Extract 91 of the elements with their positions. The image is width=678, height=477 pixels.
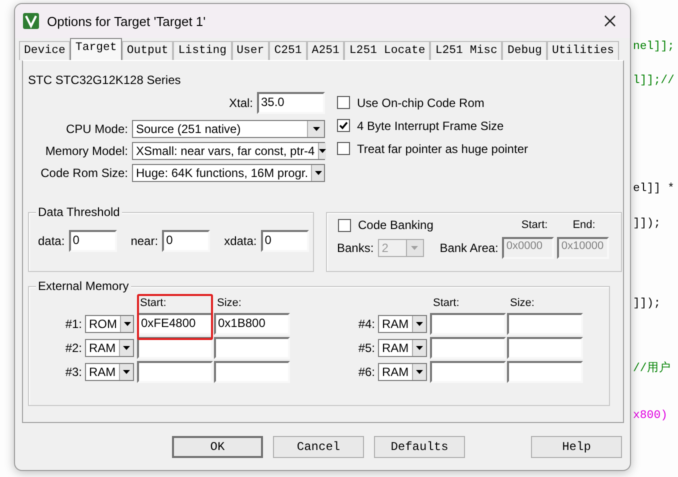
field-label: #5: — [357, 341, 375, 355]
field-label: Xtal: — [228, 96, 253, 110]
field-label: #4: — [357, 317, 375, 331]
tab[interactable]: Debug — [502, 41, 547, 60]
tab[interactable]: Listing — [173, 41, 232, 60]
code-line: x800) — [633, 409, 668, 422]
checkbox-label: 4 Byte Interrupt Frame Size — [357, 118, 504, 132]
tab[interactable]: C251 — [269, 41, 307, 60]
input-field[interactable] — [507, 337, 583, 359]
dropdown[interactable]: RAM — [378, 315, 427, 333]
caret-icon — [318, 149, 326, 153]
field-label: Bank Area: — [440, 241, 498, 255]
input-field[interactable] — [214, 361, 290, 383]
input-field[interactable] — [507, 361, 583, 383]
field-label: CPU Mode: — [66, 122, 128, 136]
caret-icon — [416, 370, 423, 374]
input-field[interactable] — [430, 313, 506, 335]
input-field[interactable]: 0xFE4800 — [137, 313, 213, 335]
checked-checkbox[interactable] — [337, 119, 350, 132]
input-field[interactable]: 0 — [68, 230, 117, 252]
field-label: #6: — [357, 365, 375, 379]
dialog-button[interactable]: OK — [172, 436, 263, 458]
dialog-button[interactable]: Defaults — [374, 436, 465, 458]
column-header: Start: — [521, 219, 548, 231]
checkbox-label: Use On-chip Code Rom — [357, 96, 484, 110]
tab[interactable]: L251 Misc — [430, 41, 502, 60]
checkbox[interactable] — [337, 96, 350, 109]
tab[interactable]: A251 — [306, 41, 344, 60]
tab[interactable]: Target — [70, 38, 122, 60]
input-field[interactable] — [507, 313, 583, 335]
field-label: Code Rom Size: — [40, 166, 128, 180]
dialog-button[interactable]: Help — [531, 436, 622, 458]
tab[interactable]: L251 Locate — [344, 41, 430, 60]
input-field[interactable]: 0 — [162, 230, 210, 252]
input-field[interactable] — [214, 337, 290, 359]
code-line: //用户 — [633, 360, 671, 375]
dropdown[interactable]: RAM — [378, 339, 427, 357]
field-label: near: — [130, 234, 158, 248]
field-label: #3: — [64, 365, 82, 379]
input-field[interactable] — [137, 361, 213, 383]
group-title: Data Threshold — [36, 205, 122, 219]
dropdown[interactable]: XSmall: near vars, far const, ptr-4 — [132, 142, 325, 160]
field-label: Memory Model: — [45, 144, 128, 158]
checkbox[interactable] — [337, 142, 350, 155]
dropdown[interactable]: RAM — [378, 363, 427, 381]
tab[interactable]: Utilities — [546, 41, 620, 60]
dropdown[interactable]: ROM — [85, 315, 134, 333]
code-line: nel]]; — [633, 40, 674, 53]
caret-icon — [312, 127, 320, 131]
caret-icon — [416, 322, 423, 326]
input-field[interactable] — [430, 361, 506, 383]
dropdown[interactable]: RAM — [85, 363, 134, 381]
field-label: xdata: — [224, 234, 257, 248]
column-header: Start: — [139, 296, 168, 311]
close-icon[interactable] — [604, 15, 616, 27]
field-label: Banks: — [337, 241, 374, 255]
xtal-field[interactable]: 35.0 — [257, 92, 325, 114]
caret-icon — [314, 171, 322, 175]
checkbox-label: Treat far pointer as huge pointer — [357, 142, 528, 156]
window-title: Options for Target 'Target 1' — [47, 14, 207, 28]
checkbox-label: Code Banking — [358, 218, 434, 232]
input-field[interactable]: 0x1B800 — [214, 313, 290, 335]
input-field[interactable] — [137, 337, 213, 359]
code-line: ]]); — [633, 217, 661, 230]
tab[interactable]: Output — [122, 41, 174, 60]
column-header: Start: — [432, 296, 460, 311]
dropdown[interactable]: Huge: 64K functions, 16M progr. — [132, 164, 325, 182]
input-field[interactable] — [430, 337, 506, 359]
column-header: Size: — [509, 296, 536, 311]
group-title: External Memory — [36, 279, 131, 293]
code-line: l]];// — [633, 74, 674, 87]
caret-icon — [122, 370, 130, 374]
device-name: STC STC32G12K128 Series — [28, 73, 182, 87]
column-header: End: — [572, 219, 596, 231]
tab[interactable]: Device — [19, 41, 70, 60]
caret-icon — [124, 322, 130, 326]
dropdown[interactable]: RAM — [85, 339, 134, 357]
dropdown[interactable]: Source (251 native) — [132, 120, 325, 138]
field-label: #1: — [64, 317, 82, 331]
code-line: el]] * — [633, 182, 674, 195]
tab[interactable]: User — [232, 41, 270, 60]
dialog-button[interactable]: Cancel — [273, 436, 364, 458]
app-icon — [23, 13, 39, 29]
field-label: #2: — [64, 341, 82, 355]
code-line: ]]); — [633, 297, 661, 310]
caret-icon — [411, 246, 418, 250]
column-header: Size: — [216, 296, 242, 311]
input-field[interactable]: 0 — [260, 230, 309, 252]
field-label: data: — [38, 234, 65, 248]
caret-icon — [416, 346, 423, 350]
caret-icon — [122, 346, 130, 350]
